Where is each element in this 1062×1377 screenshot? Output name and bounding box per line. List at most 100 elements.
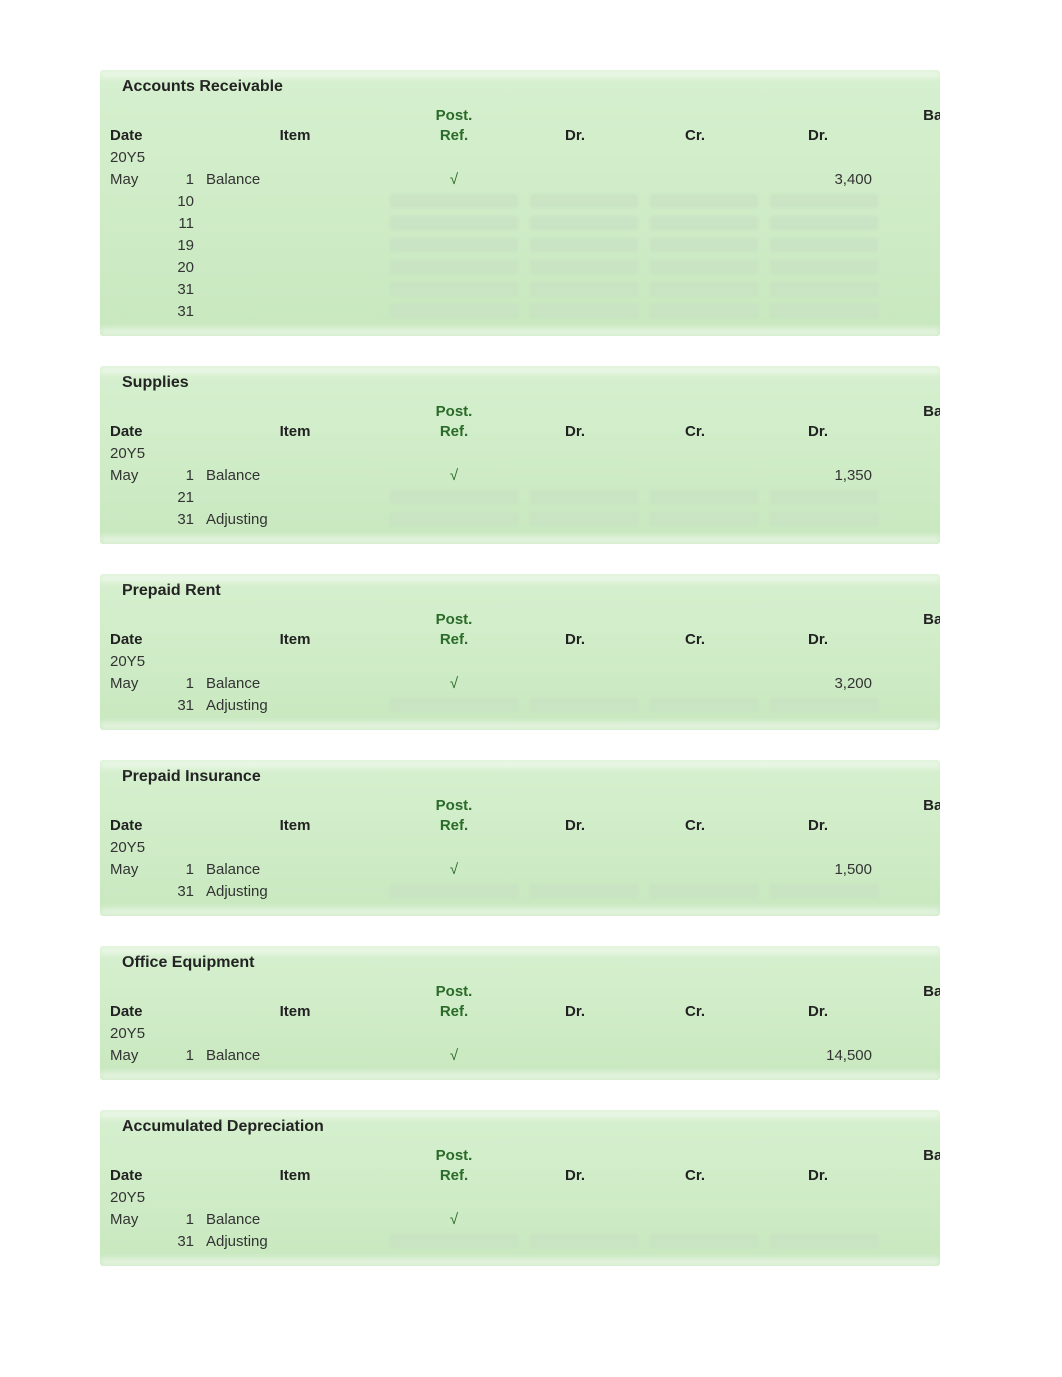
table-row: 11 [100,212,940,234]
year-label: 20Y5 [104,1025,164,1042]
table-row: 31Adjusting [100,1230,940,1252]
table-row: May1Balance√1,350 [100,464,940,486]
ledger-card: Accumulated DepreciationPost.BalanDateIt… [100,1110,940,1266]
blur-placeholder [770,216,878,230]
cell-post: √ [384,1211,524,1228]
cell-bal-dr [764,280,884,298]
hdr-cr: Cr. [644,1167,764,1184]
ledger-title: Office Equipment [100,954,940,978]
ledger-card: SuppliesPost.BalanDateItemRef.Dr.Cr.Dr.2… [100,366,940,544]
year-row: 20Y5 [100,146,940,168]
year-label: 20Y5 [104,1189,164,1206]
year-label: 20Y5 [104,653,164,670]
blur-placeholder [650,698,758,712]
ledger-card: Prepaid RentPost.BalanDateItemRef.Dr.Cr.… [100,574,940,730]
hdr-bal-dr: Dr. [764,423,884,440]
cell-post [384,488,524,506]
cell-day: 31 [164,303,204,320]
blur-placeholder [650,260,758,274]
ledger-header-row: DateItemRef.Dr.Cr.Dr. [100,420,940,442]
ledger-header-row: Post.Balan [100,978,940,1000]
cell-bal-dr: 1,500 [764,861,884,878]
hdr-dr: Dr. [524,127,644,144]
blur-placeholder [650,884,758,898]
ledger-card: Office EquipmentPost.BalanDateItemRef.Dr… [100,946,940,1080]
cell-month: May [104,467,164,484]
cell-item: Adjusting [204,883,384,900]
year-label: 20Y5 [104,149,164,166]
cell-post: √ [384,1047,524,1064]
blur-placeholder [770,260,878,274]
hdr-item: Item [204,127,384,144]
hdr-cr: Cr. [644,631,764,648]
cell-day: 1 [164,467,204,484]
cell-item: Adjusting [204,1233,384,1250]
blur-placeholder [530,512,638,526]
table-row: May1Balance√1,500 [100,858,940,880]
table-row: May1Balance√ [100,1208,940,1230]
cell-day: 1 [164,675,204,692]
hdr-balance-top: Balan [884,611,940,628]
cell-month: May [104,1211,164,1228]
blur-placeholder [770,304,878,318]
hdr-ref: Ref. [384,127,524,144]
cell-bal-dr [764,1232,884,1250]
hdr-ref: Ref. [384,423,524,440]
hdr-bal-dr: Dr. [764,631,884,648]
cell-month: May [104,675,164,692]
blur-placeholder [390,884,518,898]
cell-bal-dr [764,236,884,254]
cell-bal-dr: 14,500 [764,1047,884,1064]
hdr-dr: Dr. [524,1003,644,1020]
blur-placeholder [390,304,518,318]
hdr-post-top: Post. [384,107,524,124]
hdr-cr: Cr. [644,127,764,144]
table-row: May1Balance√14,500 [100,1044,940,1066]
table-row: 20 [100,256,940,278]
cell-cr [644,214,764,232]
ledger-card: Prepaid InsurancePost.BalanDateItemRef.D… [100,760,940,916]
check-icon: √ [450,467,458,484]
ledger-title: Accounts Receivable [100,78,940,102]
cell-day: 31 [164,1233,204,1250]
cell-bal-dr [764,510,884,528]
cell-post [384,510,524,528]
table-row: 31 [100,278,940,300]
hdr-ref: Ref. [384,1003,524,1020]
blur-placeholder [650,304,758,318]
hdr-balance-top: Balan [884,107,940,124]
blur-placeholder [650,194,758,208]
hdr-balance-top: Balan [884,1147,940,1164]
blur-placeholder [390,282,518,296]
cell-day: 1 [164,1047,204,1064]
hdr-post-top: Post. [384,1147,524,1164]
blur-placeholder [530,304,638,318]
hdr-date: Date [104,817,164,834]
cell-day: 31 [164,281,204,298]
cell-bal-dr [764,258,884,276]
hdr-bal-dr: Dr. [764,1167,884,1184]
blur-placeholder [530,884,638,898]
ledger-card: Accounts ReceivablePost.BalanDateItemRef… [100,70,940,336]
cell-day: 11 [164,215,204,232]
ledger-title: Prepaid Rent [100,582,940,606]
blur-placeholder [530,194,638,208]
hdr-dr: Dr. [524,1167,644,1184]
cell-cr [644,882,764,900]
ledger-header-row: Post.Balan [100,606,940,628]
cell-cr [644,258,764,276]
cell-day: 31 [164,883,204,900]
cell-dr [524,236,644,254]
hdr-cr: Cr. [644,1003,764,1020]
blur-placeholder [390,698,518,712]
hdr-date: Date [104,423,164,440]
cell-dr [524,488,644,506]
cell-post [384,236,524,254]
ledger-header-row: DateItemRef.Dr.Cr.Dr. [100,814,940,836]
cell-cr [644,280,764,298]
cell-day: 31 [164,697,204,714]
blur-placeholder [650,216,758,230]
cell-bal-dr [764,214,884,232]
hdr-ref: Ref. [384,817,524,834]
blur-placeholder [530,282,638,296]
